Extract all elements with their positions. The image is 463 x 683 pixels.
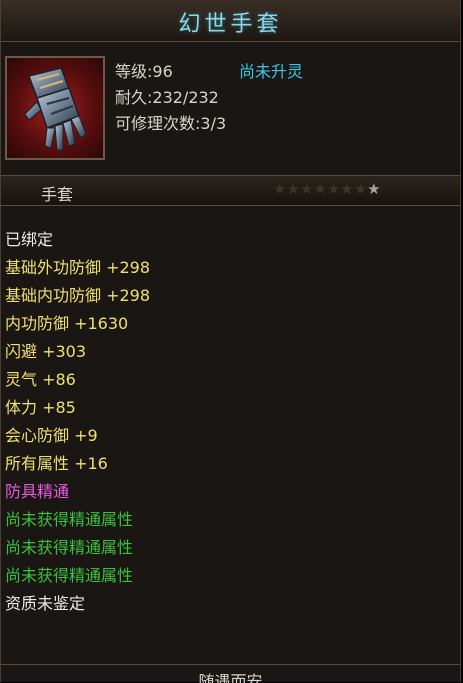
attribute-line: 闪避 +303	[5, 342, 87, 361]
star-icon: ★	[286, 180, 300, 198]
attribute-line: 基础外功防御 +298	[5, 258, 151, 277]
star-icon: ★	[353, 180, 368, 198]
attribute-line: 灵气 +86	[5, 370, 76, 389]
item-type-label: 手套	[41, 185, 74, 204]
star-icon: ★	[340, 180, 354, 198]
attribute-line: 防具精通	[5, 482, 70, 501]
attribute-line: 已绑定	[5, 230, 54, 249]
star-rating: ★★★★★★★★	[273, 180, 381, 198]
item-repairs: 可修理次数:3/3	[115, 114, 227, 133]
attribute-line: 尚未获得精通属性	[5, 538, 134, 557]
item-info: 等级:96 尚未升灵 耐久:232/232 可修理次数:3/3	[1, 42, 460, 176]
star-icon: ★	[273, 180, 287, 198]
title-bar: 幻世手套	[1, 0, 460, 42]
footer: 随遇而安	[1, 664, 460, 683]
item-durability: 耐久:232/232	[115, 88, 219, 107]
star-icon: ★	[367, 180, 381, 198]
star-icon: ★	[326, 180, 341, 198]
item-title: 幻世手套	[178, 12, 283, 37]
footer-text: 随遇而安	[198, 672, 263, 683]
attribute-line: 资质未鉴定	[5, 594, 86, 613]
attribute-list: 已绑定基础外功防御 +298 基础内功防御 +298 内功防御 +1630 闪避 +3…	[5, 226, 455, 618]
attribute-line: 尚未获得精通属性	[5, 566, 134, 585]
type-bar: 手套 ★★★★★★★★	[1, 176, 460, 206]
gauntlet-icon	[5, 56, 105, 160]
item-level: 等级:96	[115, 62, 173, 81]
item-tooltip: 幻世手套 等级:96 尚未升灵 耐久:232/232 可修理次数:3/3 手套 …	[0, 0, 461, 683]
star-icon: ★	[299, 180, 314, 198]
attribute-line: 内功防御 +1630	[5, 314, 129, 333]
spirit-status: 尚未升灵	[239, 62, 304, 81]
attribute-line: 所有属性 +16	[5, 454, 108, 473]
attribute-line: 体力 +85	[5, 398, 76, 417]
attribute-line: 尚未获得精通属性	[5, 510, 134, 529]
attribute-line: 会心防御 +9	[5, 426, 98, 445]
attribute-line: 基础内功防御 +298	[5, 286, 151, 305]
star-icon: ★	[313, 180, 327, 198]
